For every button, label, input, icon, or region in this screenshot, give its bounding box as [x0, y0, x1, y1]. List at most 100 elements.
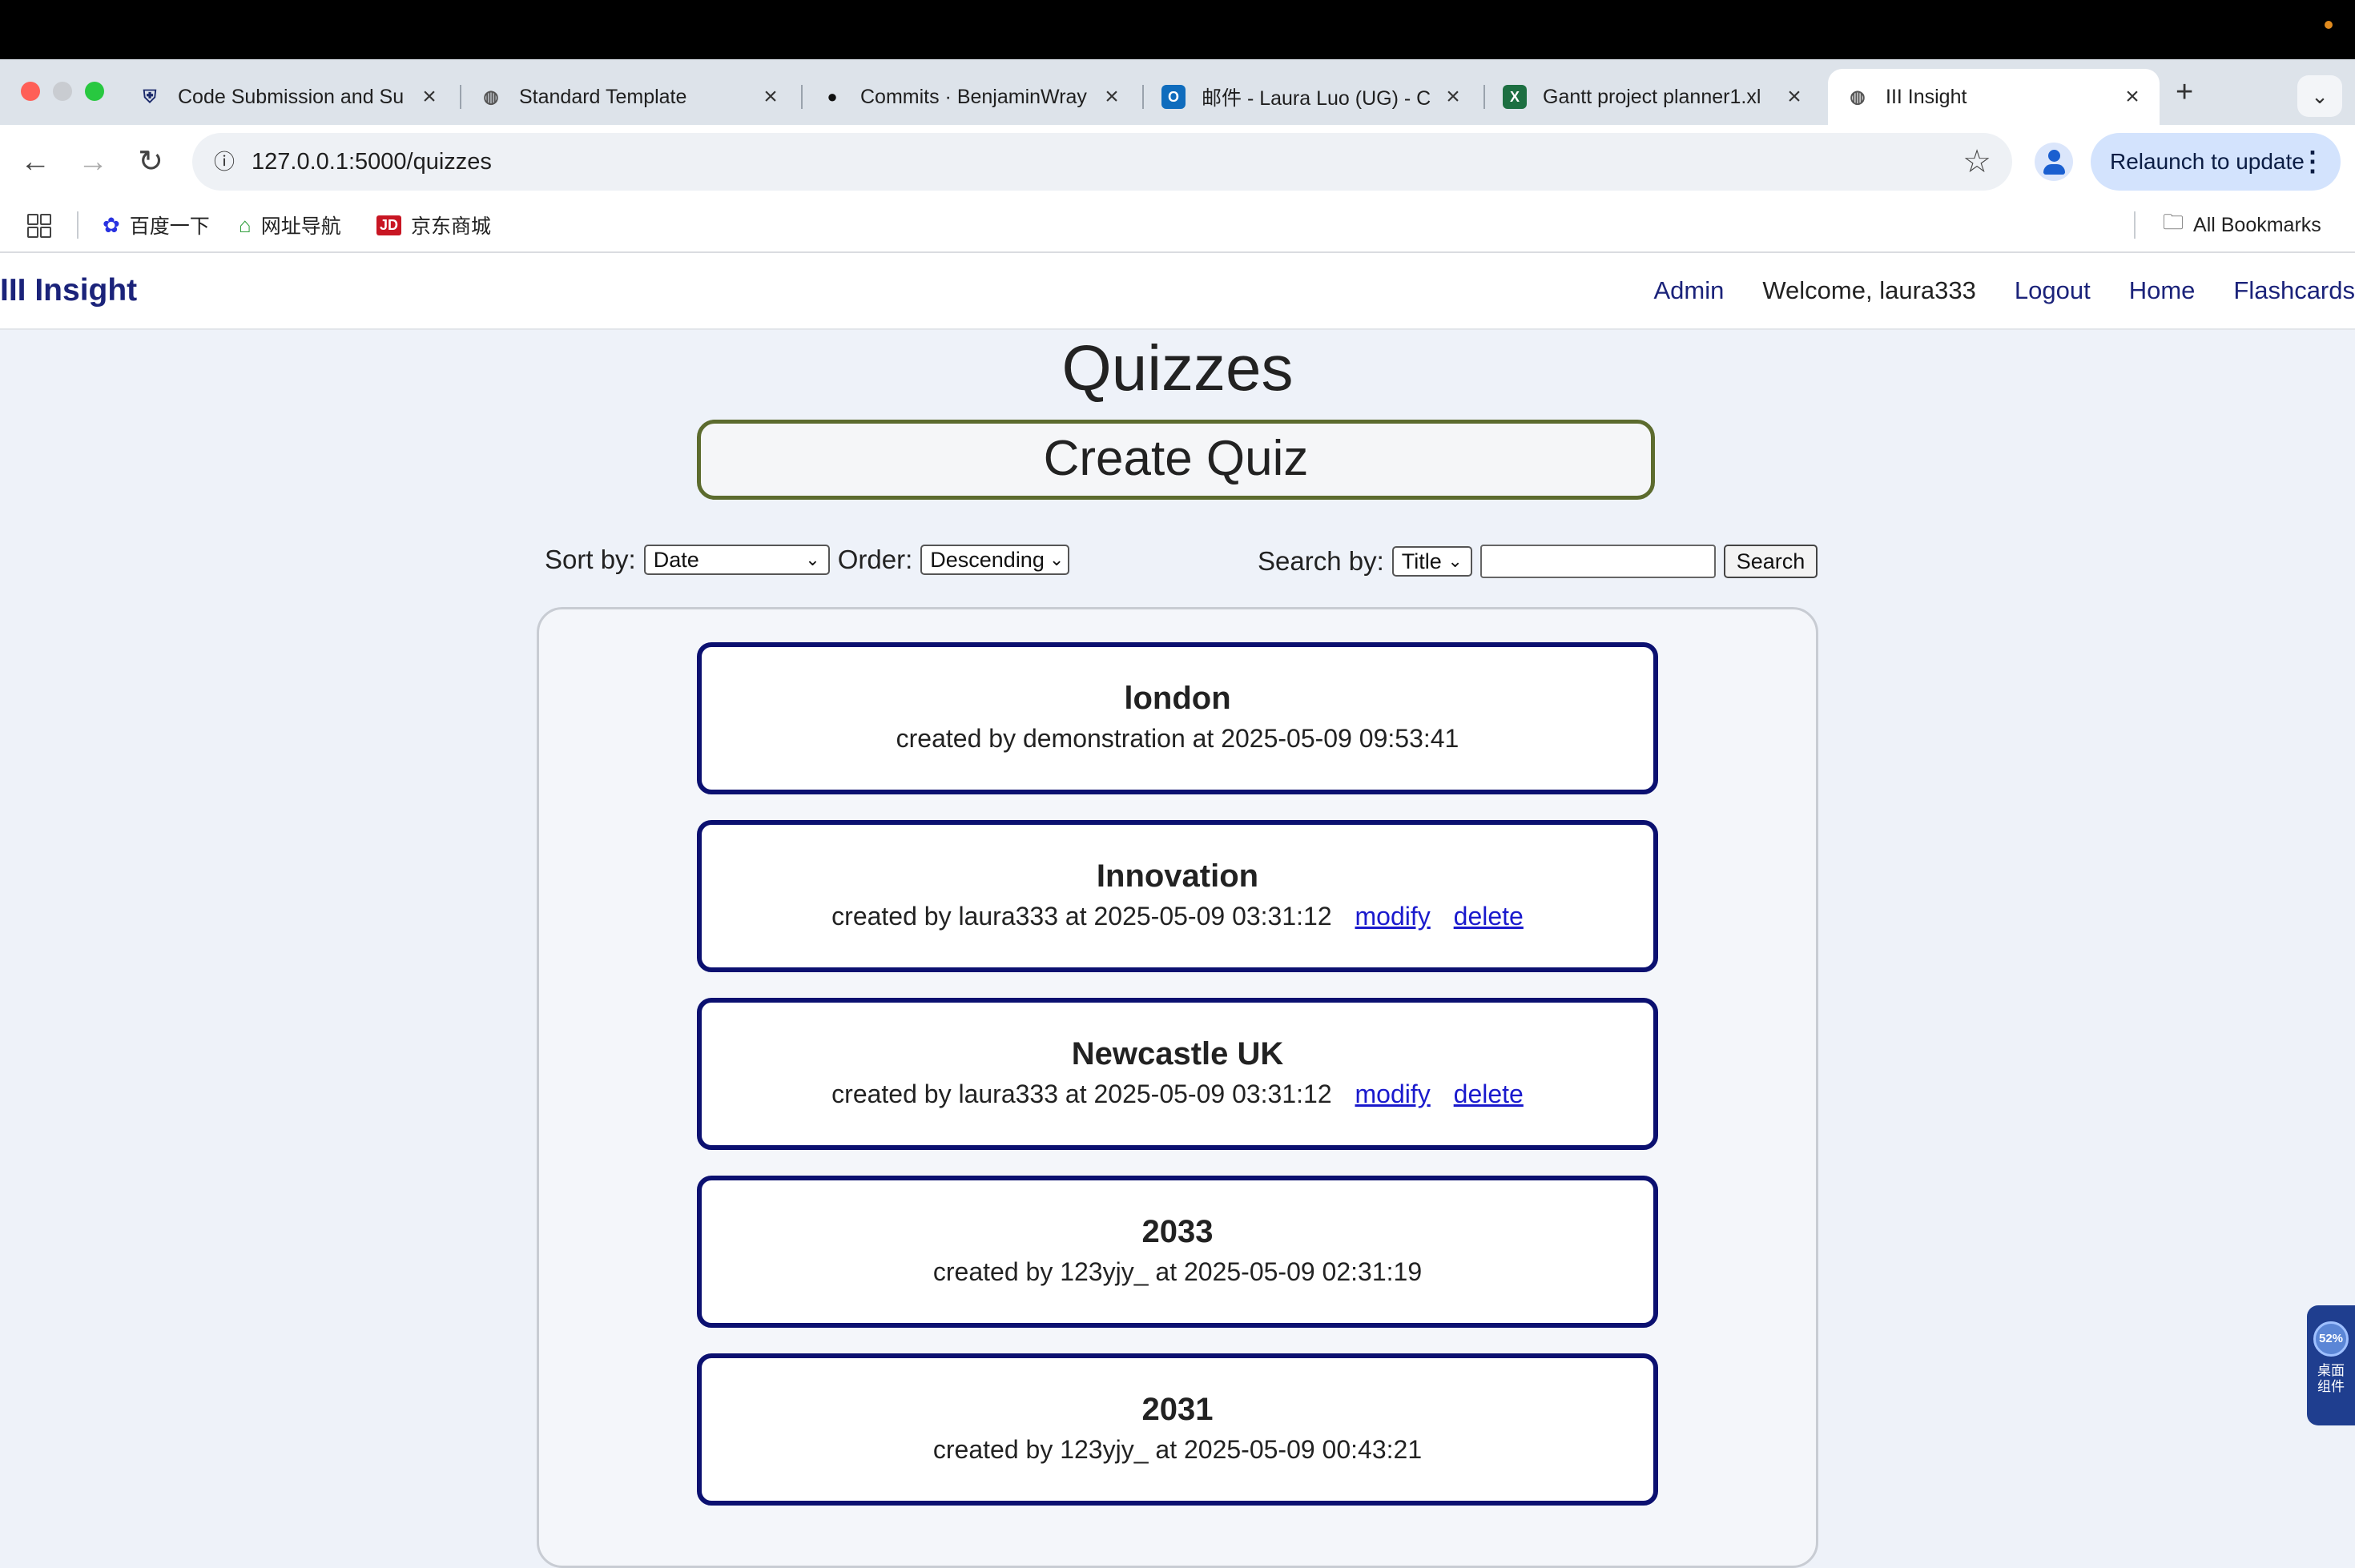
sort-select-value: Date	[653, 547, 699, 572]
browser-toolbar: ← → ↻ ⓘ 127.0.0.1:5000/quizzes ☆ Relaunc…	[0, 125, 2355, 199]
quiz-card[interactable]: london created by demonstration at 2025-…	[697, 642, 1658, 794]
close-tab-icon[interactable]: ×	[1437, 83, 1469, 111]
site-navbar: III Insight Admin Welcome, laura333 Logo…	[0, 253, 2355, 330]
bookmark-separator	[2134, 211, 2136, 239]
close-tab-icon[interactable]: ×	[1096, 83, 1128, 111]
folder-icon: 🗀	[2163, 210, 2184, 234]
globe-icon: ◍	[483, 86, 499, 107]
globe-icon: ◍	[1850, 86, 1866, 107]
modify-link[interactable]: modify	[1355, 1080, 1431, 1108]
search-field-value: Title	[1401, 549, 1442, 573]
search-controls: Search by: Title ⌄ Search	[1258, 545, 1818, 578]
bookmark-baidu[interactable]: ✿ 百度一下	[103, 199, 210, 251]
system-menubar	[0, 0, 2355, 59]
browser-tab[interactable]: ◍ Standard Template ×	[461, 69, 798, 125]
close-tab-icon[interactable]: ×	[2116, 83, 2148, 111]
quiz-meta: created by laura333 at 2025-05-09 03:31:…	[702, 899, 1653, 934]
address-bar[interactable]: ⓘ 127.0.0.1:5000/quizzes ☆	[192, 133, 2012, 191]
desktop-widget[interactable]: 52% 桌面组件	[2307, 1305, 2355, 1425]
close-window-button[interactable]	[21, 82, 40, 101]
search-field-select[interactable]: Title ⌄	[1391, 546, 1472, 577]
nav-flashcards-link[interactable]: Flashcards	[2233, 276, 2355, 305]
nav-logout-link[interactable]: Logout	[2015, 276, 2091, 305]
widget-percent: 52%	[2313, 1321, 2349, 1357]
relaunch-button[interactable]: Relaunch to update ⋮	[2091, 133, 2341, 191]
more-menu-icon[interactable]: ⋮	[2299, 133, 2326, 191]
quiz-created-info: created by laura333 at 2025-05-09 03:31:…	[831, 1080, 1332, 1108]
bookmark-jd[interactable]: JD 京东商城	[376, 199, 491, 251]
minimize-window-button[interactable]	[53, 82, 72, 101]
modify-link[interactable]: modify	[1355, 902, 1431, 931]
chevron-down-icon: ⌄	[1049, 549, 1065, 569]
chevron-down-icon: ⌄	[1447, 551, 1463, 571]
order-label: Order:	[837, 545, 913, 574]
quiz-title[interactable]: Newcastle UK	[702, 1035, 1653, 1073]
bookmark-star-icon[interactable]: ☆	[1962, 133, 1991, 191]
new-tab-button[interactable]: +	[2176, 75, 2193, 110]
quiz-card[interactable]: 2033 created by 123yjy_ at 2025-05-09 02…	[697, 1176, 1658, 1328]
relaunch-label: Relaunch to update	[2110, 149, 2305, 174]
tab-search-chevron-icon[interactable]: ⌄	[2297, 75, 2342, 117]
all-bookmarks[interactable]: 🗀 All Bookmarks	[2163, 199, 2321, 251]
forward-arrow-icon[interactable]: →	[70, 139, 115, 184]
bookmark-hao123[interactable]: ⌂ 网址导航	[239, 199, 341, 251]
sort-label: Sort by:	[545, 545, 636, 574]
quiz-card[interactable]: 2031 created by 123yjy_ at 2025-05-09 00…	[697, 1353, 1658, 1506]
nav-home-link[interactable]: Home	[2129, 276, 2196, 305]
bookmark-separator	[77, 211, 78, 239]
browser-tab[interactable]: ⛨ Code Submission and Su ×	[120, 69, 457, 125]
delete-link[interactable]: delete	[1454, 1080, 1524, 1108]
widget-label: 桌面组件	[2317, 1363, 2345, 1394]
quiz-title[interactable]: 2031	[702, 1390, 1653, 1429]
quiz-title[interactable]: 2033	[702, 1212, 1653, 1251]
status-dot-icon	[2325, 21, 2333, 29]
url-text[interactable]: 127.0.0.1:5000/quizzes	[252, 133, 492, 191]
delete-link[interactable]: delete	[1454, 902, 1524, 931]
excel-icon: X	[1503, 85, 1527, 109]
create-quiz-button[interactable]: Create Quiz	[697, 420, 1655, 500]
sort-select[interactable]: Date ⌄	[643, 545, 830, 575]
quiz-title[interactable]: Innovation	[702, 857, 1653, 895]
close-tab-icon[interactable]: ×	[755, 83, 787, 111]
quiz-meta: created by 123yjy_ at 2025-05-09 02:31:1…	[702, 1254, 1653, 1289]
github-icon: ●	[827, 86, 838, 107]
page-title: Quizzes	[1061, 332, 1294, 404]
shield-icon: ⛨	[143, 86, 157, 107]
search-label: Search by:	[1258, 546, 1384, 576]
browser-tab[interactable]: X Gantt project planner1.xl ×	[1485, 69, 1822, 125]
order-select-value: Descending	[930, 547, 1045, 572]
quiz-created-info: created by laura333 at 2025-05-09 03:31:…	[831, 902, 1332, 931]
search-button[interactable]: Search	[1723, 545, 1818, 578]
hao123-icon: ⌂	[239, 212, 252, 237]
profile-avatar-icon[interactable]	[2035, 143, 2073, 181]
browser-tab-strip: ⛨ Code Submission and Su × ◍ Standard Te…	[0, 59, 2355, 125]
quiz-created-info: created by 123yjy_ at 2025-05-09 00:43:2…	[932, 1435, 1423, 1464]
back-arrow-icon[interactable]: ←	[13, 139, 58, 184]
sort-controls: Sort by: Date ⌄ Order: Descending ⌄	[545, 545, 1070, 575]
quiz-meta: created by demonstration at 2025-05-09 0…	[702, 721, 1653, 756]
browser-tab[interactable]: ● Commits · BenjaminWray ×	[803, 69, 1139, 125]
search-input[interactable]	[1479, 545, 1716, 578]
quiz-card[interactable]: Newcastle UK created by laura333 at 2025…	[697, 998, 1658, 1150]
site-info-icon[interactable]: ⓘ	[207, 144, 242, 179]
browser-tab-active[interactable]: ◍ III Insight ×	[1828, 69, 2160, 125]
reload-icon[interactable]: ↻	[128, 139, 173, 184]
nav-links: Admin Welcome, laura333 Logout Home Flas…	[1615, 253, 2355, 328]
site-brand[interactable]: III Insight	[0, 253, 137, 328]
close-tab-icon[interactable]: ×	[413, 83, 445, 111]
quiz-meta: created by laura333 at 2025-05-09 03:31:…	[702, 1076, 1653, 1112]
close-tab-icon[interactable]: ×	[1778, 83, 1810, 111]
baidu-icon: ✿	[103, 212, 120, 237]
quiz-created-info: created by demonstration at 2025-05-09 0…	[896, 724, 1459, 753]
nav-admin-link[interactable]: Admin	[1653, 276, 1724, 305]
order-select[interactable]: Descending ⌄	[920, 545, 1070, 575]
outlook-icon: O	[1161, 85, 1186, 109]
apps-grid-icon[interactable]	[27, 214, 51, 238]
browser-tab[interactable]: O 邮件 - Laura Luo (UG) - C ×	[1144, 69, 1480, 125]
quiz-card[interactable]: Innovation created by laura333 at 2025-0…	[697, 820, 1658, 972]
bookmarks-bar: ✿ 百度一下 ⌂ 网址导航 JD 京东商城 🗀 All Bookmarks	[0, 199, 2355, 253]
welcome-text: Welcome, laura333	[1762, 276, 1976, 304]
maximize-window-button[interactable]	[85, 82, 104, 101]
quiz-created-info: created by 123yjy_ at 2025-05-09 02:31:1…	[932, 1257, 1423, 1286]
quiz-title[interactable]: london	[702, 679, 1653, 718]
